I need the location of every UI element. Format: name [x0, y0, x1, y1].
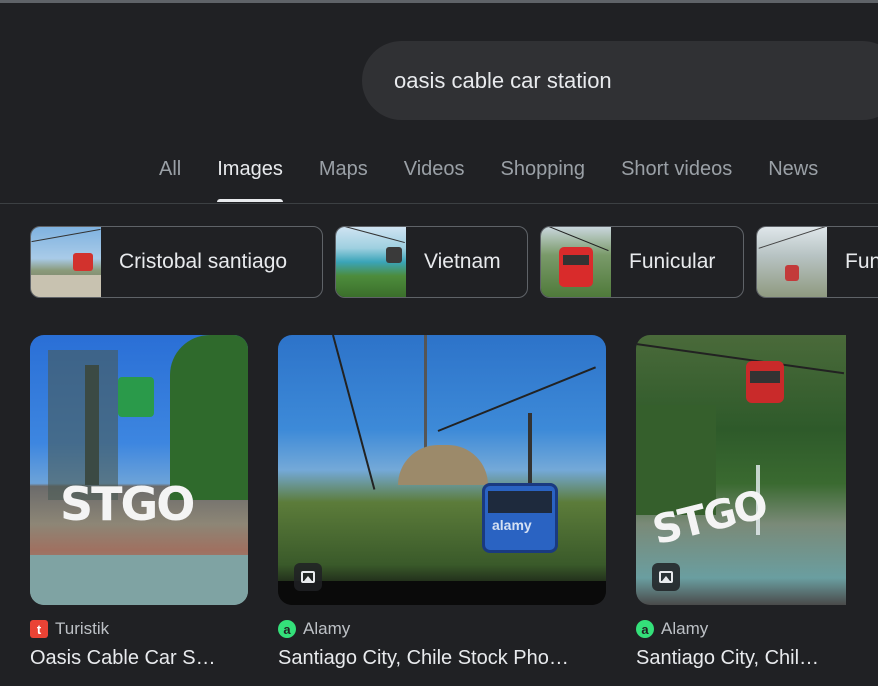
image-result[interactable]: alamy a Alamy Santiago City, Chile Stock…	[278, 335, 606, 670]
tab-all[interactable]: All	[141, 150, 199, 202]
source-name: Alamy	[303, 619, 351, 638]
chip-thumbnail	[757, 227, 827, 297]
result-title[interactable]: Oasis Cable Car S…	[30, 647, 248, 670]
chip-thumbnail	[541, 227, 611, 297]
alamy-watermark: alamy	[492, 517, 532, 533]
result-thumbnail[interactable]: STGO	[636, 335, 846, 605]
result-thumbnail[interactable]: alamy	[278, 335, 606, 605]
result-title[interactable]: Santiago City, Chile Stock Pho…	[278, 647, 606, 670]
chip-label: Funicular	[629, 250, 716, 273]
source-name: Turistik	[55, 619, 110, 638]
source-name: Alamy	[661, 619, 709, 638]
alamy-favicon-icon: a	[278, 620, 296, 638]
image-icon	[301, 571, 315, 583]
image-result[interactable]: STGO a Alamy Santiago City, Chil…	[636, 335, 846, 670]
chip-label: Fun	[845, 250, 878, 273]
chip-thumbnail	[31, 227, 101, 297]
image-badge	[652, 563, 680, 591]
search-tabs: All Images Maps Videos Shopping Short vi…	[141, 150, 836, 202]
image-badge	[294, 563, 322, 591]
image-result[interactable]: STGO t Turistik Oasis Cable Car S…	[30, 335, 248, 670]
result-source[interactable]: a Alamy	[278, 619, 606, 639]
chip-vietnam[interactable]: Vietnam	[335, 226, 528, 298]
chip-funicular[interactable]: Funicular	[540, 226, 744, 298]
result-title[interactable]: Santiago City, Chil…	[636, 647, 846, 670]
alamy-favicon-icon: a	[636, 620, 654, 638]
tab-short-videos[interactable]: Short videos	[603, 150, 750, 202]
search-bar[interactable]	[362, 41, 878, 120]
image-icon	[659, 571, 673, 583]
chip-cristobal-santiago[interactable]: Cristobal santiago	[30, 226, 323, 298]
chip-label: Cristobal santiago	[119, 250, 288, 273]
result-thumbnail[interactable]: STGO	[30, 335, 248, 605]
stgo-sign-text: STGO	[60, 477, 195, 531]
tab-images[interactable]: Images	[199, 150, 301, 202]
top-border	[0, 0, 878, 3]
result-source[interactable]: a Alamy	[636, 619, 846, 639]
turistik-favicon-icon: t	[30, 620, 48, 638]
tab-maps[interactable]: Maps	[301, 150, 386, 202]
chip-fun[interactable]: Fun	[756, 226, 878, 298]
chip-label: Vietnam	[424, 250, 501, 273]
tab-videos[interactable]: Videos	[386, 150, 483, 202]
chip-thumbnail	[336, 227, 406, 297]
search-input[interactable]	[394, 67, 878, 94]
tab-news[interactable]: News	[750, 150, 836, 202]
tab-shopping[interactable]: Shopping	[483, 150, 604, 202]
tabs-divider	[0, 203, 878, 204]
result-source[interactable]: t Turistik	[30, 619, 248, 639]
